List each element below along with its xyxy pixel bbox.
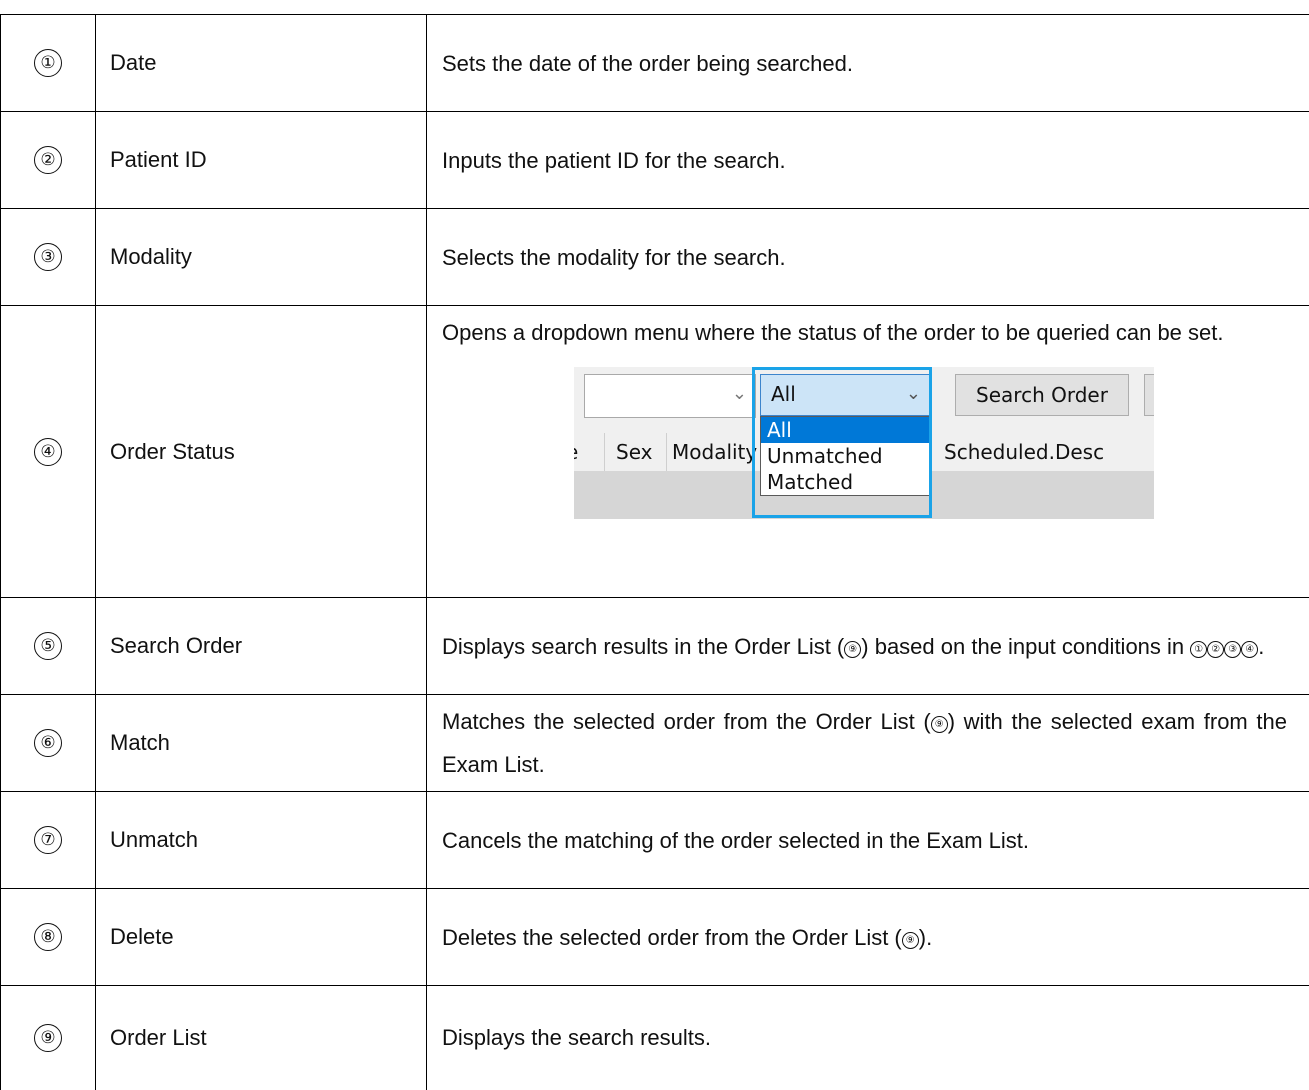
item-name: Order List — [96, 986, 427, 1090]
item-description: Sets the date of the order being searche… — [427, 15, 1309, 112]
table-row: ① Date Sets the date of the order being … — [1, 15, 1309, 112]
column-header[interactable]: Sex — [616, 437, 652, 467]
table-row: ④ Order Status Opens a dropdown menu whe… — [1, 306, 1309, 598]
row-number: ① — [1, 15, 96, 112]
column-header[interactable]: Scheduled.Desc — [944, 437, 1104, 467]
table-row: ⑨ Order List Displays the search results… — [1, 986, 1309, 1090]
item-name: Delete — [96, 889, 427, 986]
item-name: Search Order — [96, 598, 427, 695]
row-number: ④ — [1, 306, 96, 598]
table-row: ⑤ Search Order Displays search results i… — [1, 598, 1309, 695]
row-number: ⑨ — [1, 986, 96, 1090]
item-description: Displays the search results. — [427, 986, 1309, 1090]
table-row: ⑦ Unmatch Cancels the matching of the or… — [1, 792, 1309, 889]
search-order-button[interactable]: Search Order — [955, 374, 1129, 416]
item-description: Matches the selected order from the Orde… — [427, 695, 1309, 792]
item-name: Date — [96, 15, 427, 112]
table-row: ③ Modality Selects the modality for the … — [1, 209, 1309, 306]
chevron-down-icon: ⌄ — [732, 383, 747, 404]
column-separator — [666, 433, 667, 471]
item-description: Deletes the selected order from the Orde… — [427, 889, 1309, 986]
item-name: Order Status — [96, 306, 427, 598]
item-description: Inputs the patient ID for the search. — [427, 112, 1309, 209]
order-status-text: Opens a dropdown menu where the status o… — [442, 311, 1287, 354]
row-number: ③ — [1, 209, 96, 306]
table-row: ⑧ Delete Deletes the selected order from… — [1, 889, 1309, 986]
item-description: Cancels the matching of the order select… — [427, 792, 1309, 889]
row-number: ⑤ — [1, 598, 96, 695]
item-name: Patient ID — [96, 112, 427, 209]
row-number: ② — [1, 112, 96, 209]
item-description: Displays search results in the Order Lis… — [427, 598, 1309, 695]
description-table: ① Date Sets the date of the order being … — [0, 14, 1309, 1090]
column-separator — [604, 433, 605, 471]
column-header[interactable]: e — [574, 437, 578, 467]
item-name: Unmatch — [96, 792, 427, 889]
column-header[interactable]: Modality — [672, 437, 757, 467]
item-description: Opens a dropdown menu where the status o… — [427, 306, 1309, 598]
item-name: Match — [96, 695, 427, 792]
item-description: Selects the modality for the search. — [427, 209, 1309, 306]
order-status-screenshot: ⌄ All ⌄ Search Order e Sex Modality Sche… — [574, 367, 1154, 519]
highlight-box — [752, 367, 932, 518]
item-name: Modality — [96, 209, 427, 306]
next-button[interactable] — [1144, 374, 1154, 416]
table-row: ⑥ Match Matches the selected order from … — [1, 695, 1309, 792]
row-number: ⑦ — [1, 792, 96, 889]
table-row: ② Patient ID Inputs the patient ID for t… — [1, 112, 1309, 209]
row-number: ⑥ — [1, 695, 96, 792]
row-number: ⑧ — [1, 889, 96, 986]
modality-combo[interactable]: ⌄ — [584, 374, 756, 418]
